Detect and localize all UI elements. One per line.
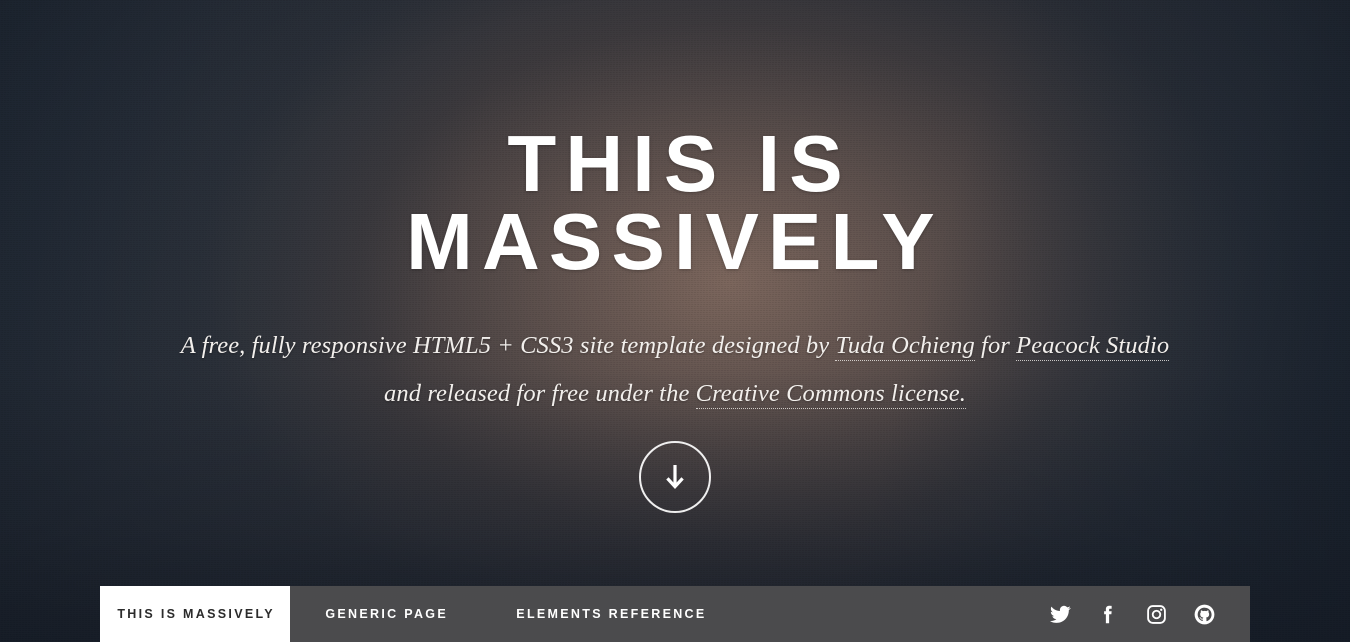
link-studio[interactable]: Peacock Studio <box>1016 332 1170 361</box>
nav-item-elements-reference[interactable]: Elements Reference <box>481 586 740 642</box>
hero-subtitle-text-2: for <box>974 332 1017 359</box>
github-icon[interactable] <box>1180 586 1228 642</box>
link-author[interactable]: Tuda Ochieng <box>835 332 975 361</box>
page-title-line-1: THIS IS <box>507 119 852 208</box>
arrow-down-icon <box>664 464 686 490</box>
hero-subtitle-text-3: and released for free under the <box>384 380 696 407</box>
nav-item-generic-page[interactable]: Generic Page <box>290 586 481 642</box>
hero-subtitle: A free, fully responsive HTML5 + CSS3 si… <box>0 322 1350 418</box>
facebook-icon[interactable] <box>1084 586 1132 642</box>
nav-links: This is Massively Generic Page Elements … <box>100 586 740 642</box>
hero-banner: THIS IS MASSIVELY A free, fully responsi… <box>0 0 1350 642</box>
hero-content: THIS IS MASSIVELY A free, fully responsi… <box>0 0 1350 586</box>
page-title: THIS IS MASSIVELY <box>0 124 1350 282</box>
scroll-down-button[interactable] <box>639 441 711 513</box>
bottom-navigation-bar: This is Massively Generic Page Elements … <box>100 586 1250 642</box>
twitter-icon[interactable] <box>1036 586 1084 642</box>
hero-subtitle-text-1: A free, fully responsive HTML5 + CSS3 si… <box>180 332 836 359</box>
page-title-line-2: MASSIVELY <box>406 197 944 286</box>
instagram-icon[interactable] <box>1132 586 1180 642</box>
social-links <box>1036 586 1250 642</box>
link-license[interactable]: Creative Commons license. <box>695 380 966 409</box>
nav-item-this-is-massively[interactable]: This is Massively <box>100 586 290 642</box>
